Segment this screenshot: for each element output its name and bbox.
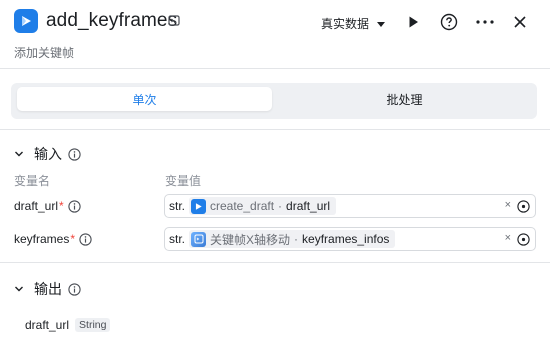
more-icon [476,20,494,24]
type-tag: str. [169,199,186,213]
run-mode-tabs: 单次 批处理 [11,83,537,119]
divider [0,68,550,69]
node-subtitle: 添加关键帧 [14,46,75,60]
node-header: add_keyframes 添加关键帧 真实数据 [0,0,550,66]
play-icon [14,9,38,33]
clear-button[interactable]: × [505,232,511,244]
chevron-down-icon [15,286,23,292]
param-value-field-keyframes[interactable]: str. 关键帧X轴移动 · keyframes_infos × [164,227,536,251]
clear-button[interactable]: × [505,199,511,211]
info-icon[interactable] [68,147,81,161]
target-icon[interactable] [517,200,530,213]
source-variable-name: keyframes_infos [302,232,390,246]
divider [0,129,550,130]
type-tag: str. [169,232,186,246]
required-mark: * [70,232,76,246]
column-header-value: 变量值 [165,174,202,188]
param-value-field-draft-url[interactable]: str. create_draft · draft_url × [164,194,536,218]
run-button[interactable] [402,11,424,33]
close-button[interactable] [509,11,531,33]
source-node-name: create_draft [210,199,275,213]
source-variable-name: draft_url [286,199,331,213]
output-type-badge: String [75,318,111,332]
caret-down-icon [377,21,386,27]
more-button[interactable] [474,11,496,33]
output-section-header[interactable]: 输出 [14,279,81,299]
data-mode-label: 真实数据 [321,17,370,31]
plugin-badge-icon [168,15,180,26]
divider [0,262,550,263]
node-title: add_keyframes [46,10,178,31]
info-icon[interactable] [79,232,92,246]
close-icon [514,16,526,28]
param-label-keyframes: keyframes * [14,232,92,246]
output-section-title: 输出 [34,281,62,297]
input-section-title: 输入 [34,146,62,162]
help-button[interactable] [438,11,460,33]
chevron-down-icon [15,151,23,157]
code-node-icon [191,231,206,247]
separator: · [278,199,283,213]
output-variable-row: draft_url String [25,318,111,332]
param-label-draft-url: draft_url * [14,199,81,213]
source-node-name: 关键帧X轴移动 [210,232,291,247]
play-icon [409,16,418,28]
tab-single[interactable]: 单次 [17,87,272,111]
required-mark: * [59,199,64,213]
param-name: keyframes [14,232,70,246]
data-mode-select[interactable]: 真实数据 [321,15,386,32]
info-icon[interactable] [68,282,81,296]
variable-reference-chip[interactable]: create_draft · draft_url [189,197,337,215]
variable-reference-chip[interactable]: 关键帧X轴移动 · keyframes_infos [189,230,396,248]
play-icon [191,198,206,214]
target-icon[interactable] [517,233,530,246]
separator: · [294,232,299,246]
input-section-header[interactable]: 输入 [14,144,81,164]
output-variable-name: draft_url [25,318,70,332]
column-header-name: 变量名 [14,174,51,188]
tab-batch[interactable]: 批处理 [277,87,532,111]
info-icon[interactable] [68,199,81,213]
param-name: draft_url [14,199,59,213]
help-icon [440,13,458,31]
